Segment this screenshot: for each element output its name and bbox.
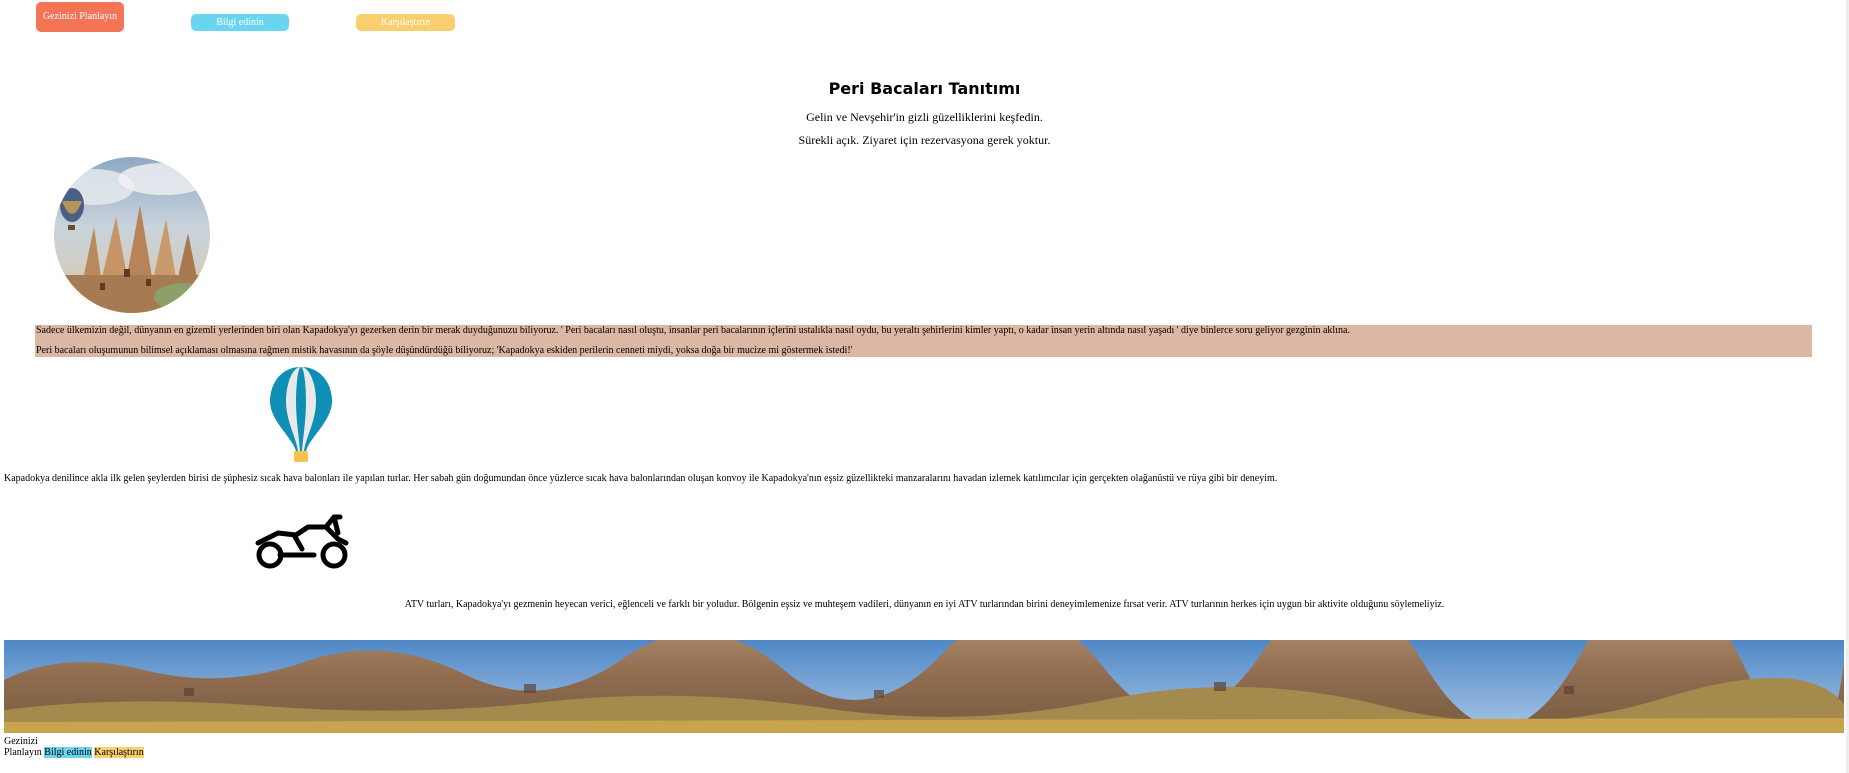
fairy-chimneys-photo [54, 157, 210, 313]
footer-plan-link-line2[interactable]: Planlayın [4, 747, 42, 758]
page-subtitle: Gelin ve Nevşehir'in gizli güzelliklerin… [806, 110, 1043, 124]
footer-info-link[interactable]: Bilgi edinin [44, 747, 92, 758]
footer-compare-link[interactable]: Karşılaştırın [94, 747, 144, 758]
intro-paragraph-2: Peri bacaları oluşumunun bilimsel açıkla… [36, 345, 853, 356]
plan-trip-button[interactable]: Gezinizi Planlayın [36, 2, 124, 32]
intro-section: Sadece ülkemizin değil, dünyanın en gize… [35, 325, 1812, 357]
opening-hours-text: Sürekli açık. Ziyaret için rezervasyona … [798, 133, 1051, 147]
atv-icon [254, 513, 350, 570]
cappadocia-panorama-banner [4, 640, 1844, 733]
page-title: Peri Bacaları Tanıtımı [828, 79, 1021, 98]
balloon-tour-text: Kapadokya denilince akla ilk gelen şeyle… [4, 473, 1278, 484]
footer-nav: Gezinizi Planlayın Bilgi edinin Karşılaş… [4, 736, 144, 758]
get-info-button[interactable]: Bilgi edinin [191, 14, 289, 31]
atv-tour-text: ATV turları, Kapadokya'yı gezmenin heyec… [404, 599, 1445, 610]
hot-air-balloon-icon [268, 365, 334, 463]
footer-plan-link-line1[interactable]: Gezinizi [4, 736, 38, 747]
fairy-chimneys-image [54, 157, 210, 313]
compare-button[interactable]: Karşılaştırın [356, 14, 455, 31]
intro-paragraph-1: Sadece ülkemizin değil, dünyanın en gize… [36, 325, 1350, 336]
